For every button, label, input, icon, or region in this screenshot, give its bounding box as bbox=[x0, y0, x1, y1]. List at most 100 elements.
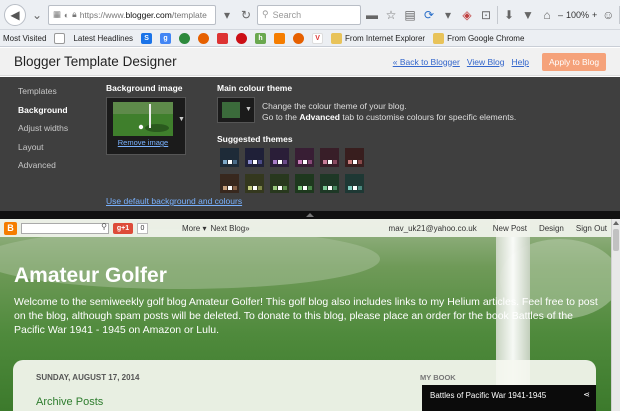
theme-color-chip bbox=[253, 186, 257, 190]
suggested-theme-swatch[interactable] bbox=[270, 148, 289, 167]
post-title[interactable]: Archive Posts bbox=[36, 396, 103, 408]
extension-dropdown-icon[interactable]: ▾ bbox=[440, 6, 456, 24]
suggested-theme-swatch[interactable] bbox=[295, 174, 314, 193]
zoom-level[interactable]: 100% bbox=[566, 10, 589, 20]
suggested-theme-swatch[interactable] bbox=[220, 174, 239, 193]
suggested-theme-swatch[interactable] bbox=[245, 148, 264, 167]
panel-divider[interactable] bbox=[0, 211, 620, 219]
view-blog-link[interactable]: View Blog bbox=[467, 57, 505, 67]
bookmark-opera[interactable] bbox=[236, 32, 248, 44]
blogger-logo-icon[interactable]: B bbox=[4, 221, 17, 235]
bookmarks-bar: Most Visited Latest Headlines S g h V Fr… bbox=[0, 30, 620, 47]
s-favicon: S bbox=[141, 32, 153, 44]
blog-preview: B ⚲ g+1 0 More ▾ Next Blog» mav_uk21@yah… bbox=[0, 219, 611, 411]
blog-search-input[interactable]: ⚲ bbox=[21, 222, 109, 234]
theme-color-chip bbox=[353, 186, 357, 190]
background-image-label: Background image bbox=[106, 83, 183, 93]
back-to-blogger-link[interactable]: « Back to Blogger bbox=[393, 57, 460, 67]
use-default-background-link[interactable]: Use default background and colours bbox=[106, 196, 242, 206]
back-button[interactable]: ◀ bbox=[4, 3, 26, 26]
bookmark-firefox[interactable] bbox=[198, 32, 210, 44]
dictionary-icon[interactable]: ◈ bbox=[459, 6, 475, 24]
download-icon[interactable]: ⬇ bbox=[501, 6, 517, 24]
main-colour-theme-picker[interactable]: ▼ bbox=[217, 97, 255, 123]
suggested-theme-swatch[interactable] bbox=[295, 148, 314, 167]
design-link[interactable]: Design bbox=[539, 224, 564, 233]
pocket-icon[interactable]: ▼ bbox=[520, 6, 536, 24]
theme-color-chip bbox=[303, 160, 307, 164]
background-image-picker[interactable]: ▼ Remove image bbox=[106, 97, 186, 155]
bookmark-google[interactable]: g bbox=[160, 32, 172, 44]
bookmark-ff2[interactable] bbox=[293, 32, 305, 44]
theme-color-chip bbox=[298, 160, 302, 164]
bookmark-orange[interactable] bbox=[274, 32, 286, 44]
suggested-theme-swatch[interactable] bbox=[345, 174, 364, 193]
user-email: mav_uk21@yahoo.co.uk bbox=[388, 223, 477, 233]
next-blog-link[interactable]: Next Blog» bbox=[210, 224, 249, 233]
suggested-theme-swatch[interactable] bbox=[320, 148, 339, 167]
bookmark-most-visited[interactable]: Most Visited bbox=[3, 34, 46, 43]
new-post-link[interactable]: New Post bbox=[493, 224, 527, 233]
designer-nav-item[interactable]: Advanced bbox=[18, 160, 68, 179]
url-dropdown-icon[interactable]: ▾ bbox=[219, 6, 235, 24]
bookmark-star-icon[interactable]: ☆ bbox=[383, 6, 399, 24]
suggested-theme-swatch[interactable] bbox=[245, 174, 264, 193]
dropdown-arrow-icon[interactable]: ▼ bbox=[178, 116, 185, 123]
page-title: Blogger Template Designer bbox=[14, 54, 177, 69]
suggested-theme-swatch[interactable] bbox=[320, 174, 339, 193]
bookmark-pencil[interactable] bbox=[217, 32, 229, 44]
book-embed[interactable]: Battles of Pacific War 1941-1945 ⋖ bbox=[422, 385, 596, 411]
blog-title[interactable]: Amateur Golfer bbox=[14, 264, 167, 288]
bookmark-label: Latest Headlines bbox=[73, 33, 134, 43]
zoom-out-button[interactable]: – bbox=[558, 10, 563, 20]
bookmark-lh[interactable]: h bbox=[255, 32, 267, 44]
theme-color-chip bbox=[358, 160, 362, 164]
share-icon[interactable]: ⋖ bbox=[583, 390, 590, 399]
dropdown-arrow-icon[interactable]: ▼ bbox=[245, 106, 252, 113]
bookmark-blank[interactable] bbox=[54, 32, 66, 44]
main-theme-swatch bbox=[222, 102, 240, 118]
designer-header: Blogger Template Designer « Back to Blog… bbox=[0, 48, 620, 76]
blogger-navbar: B ⚲ g+1 0 More ▾ Next Blog» mav_uk21@yah… bbox=[0, 219, 611, 237]
bookmark-label: Most Visited bbox=[3, 33, 47, 43]
page-icon[interactable]: ▬ bbox=[364, 6, 380, 24]
suggested-theme-swatch[interactable] bbox=[270, 174, 289, 193]
designer-nav-item[interactable]: Layout bbox=[18, 142, 68, 161]
blank-page-icon bbox=[54, 32, 66, 44]
forward-button[interactable]: ⌄ bbox=[29, 6, 45, 24]
sign-out-link[interactable]: Sign Out bbox=[576, 224, 607, 233]
blog-scrollbar[interactable] bbox=[611, 219, 620, 411]
bookmark-v[interactable]: V bbox=[312, 32, 324, 44]
bookmark-s[interactable]: S bbox=[141, 32, 153, 44]
zoom-in-button[interactable]: + bbox=[592, 10, 597, 20]
remove-image-link[interactable]: Remove image bbox=[107, 138, 179, 147]
designer-nav-item[interactable]: Background bbox=[18, 105, 68, 124]
scroll-up-arrow-icon[interactable] bbox=[613, 221, 619, 225]
reload-icon[interactable]: ↻ bbox=[238, 6, 254, 24]
gplus-button[interactable]: g+1 bbox=[113, 222, 133, 234]
screenshot-icon[interactable]: ⊡ bbox=[478, 6, 494, 24]
bookmark-chrome[interactable] bbox=[179, 32, 191, 44]
apply-to-blog-button[interactable]: Apply to Blog bbox=[542, 52, 606, 71]
search-placeholder: Search bbox=[272, 9, 302, 20]
collapse-arrow-icon[interactable] bbox=[306, 213, 314, 217]
theme-desc-bold: Advanced bbox=[299, 112, 340, 122]
home-icon[interactable]: ⌂ bbox=[539, 6, 555, 24]
search-icon[interactable]: ⚲ bbox=[101, 222, 107, 231]
bookmark-folder-ie[interactable]: From Internet Explorer bbox=[331, 32, 425, 44]
search-input[interactable]: ⚲ Search bbox=[257, 4, 361, 25]
url-bar[interactable]: ▦ ◐ 🔒︎ https://www.blogger.com/template bbox=[48, 4, 216, 25]
bookmark-latest-headlines[interactable]: Latest Headlines bbox=[73, 34, 133, 43]
designer-nav-item[interactable]: Adjust widths bbox=[18, 123, 68, 142]
smiley-icon[interactable]: ☺ bbox=[600, 6, 616, 24]
theme-color-chip bbox=[253, 160, 257, 164]
scroll-thumb[interactable] bbox=[613, 229, 619, 251]
help-link[interactable]: Help bbox=[512, 57, 529, 67]
designer-nav-item[interactable]: Templates bbox=[18, 86, 68, 105]
suggested-theme-swatch[interactable] bbox=[345, 148, 364, 167]
library-icon[interactable]: ▤ bbox=[402, 6, 418, 24]
sync-icon[interactable]: ⟳ bbox=[421, 6, 437, 24]
more-menu[interactable]: More ▾ bbox=[182, 224, 206, 233]
suggested-theme-swatch[interactable] bbox=[220, 148, 239, 167]
bookmark-folder-chrome[interactable]: From Google Chrome bbox=[433, 32, 524, 44]
